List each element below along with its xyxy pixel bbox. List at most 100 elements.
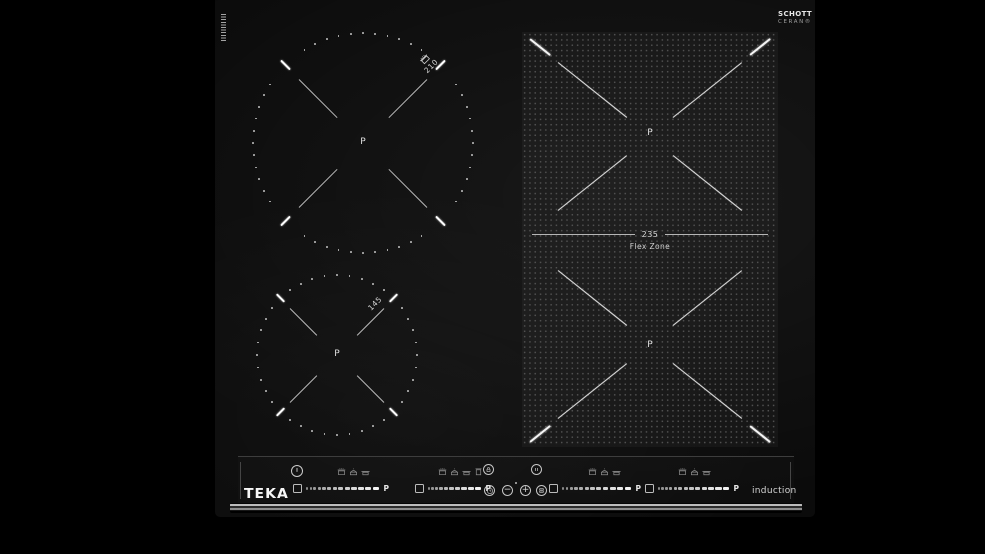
power-level-mark[interactable]: [306, 487, 308, 489]
zone-perimeter-dot: [300, 283, 302, 285]
minus-button[interactable]: −: [502, 485, 513, 496]
power-level-mark[interactable]: [444, 487, 448, 489]
teka-logo: TEKA: [244, 486, 289, 501]
power-slider-front-left[interactable]: P: [293, 483, 389, 494]
zone-perimeter-dot: [349, 275, 351, 277]
power-level-mark[interactable]: [351, 487, 356, 489]
power-boost-label[interactable]: P: [384, 484, 390, 493]
lock-button[interactable]: [483, 464, 494, 475]
power-level-mark[interactable]: [625, 487, 632, 489]
power-level-mark[interactable]: [603, 487, 608, 489]
zone-perimeter-dot: [387, 35, 389, 37]
power-level-mark[interactable]: [566, 487, 568, 489]
power-level-mark[interactable]: [358, 487, 364, 489]
power-level-mark[interactable]: [723, 487, 730, 489]
power-slider-front-right[interactable]: P: [645, 483, 739, 494]
zone-indicator-rear-right[interactable]: [549, 484, 558, 493]
power-button[interactable]: [291, 465, 303, 477]
power-level-mark[interactable]: [596, 487, 601, 489]
power-icon: [293, 467, 301, 475]
power-level-mark[interactable]: [322, 487, 326, 489]
flex-width-measure: 235: [532, 228, 768, 240]
power-level-mark[interactable]: [562, 487, 564, 489]
zone-cross-line: [290, 375, 318, 403]
power-level-mark[interactable]: [310, 487, 312, 489]
pause-icon: [533, 466, 540, 473]
power-level-mark[interactable]: [702, 487, 707, 489]
power-level-mark[interactable]: [333, 487, 337, 489]
zone-perimeter-dot: [304, 49, 306, 51]
power-level-mark[interactable]: [455, 487, 460, 489]
zone-perimeter-dot: [260, 379, 262, 381]
power-level-mark[interactable]: [461, 487, 467, 489]
flex-cross-line: [673, 155, 743, 211]
power-level-mark[interactable]: [590, 487, 594, 489]
power-level-mark[interactable]: [617, 487, 623, 489]
zone-indicator-rear-left[interactable]: [415, 484, 424, 493]
power-level-mark[interactable]: [318, 487, 321, 489]
zone-perimeter-dot: [271, 307, 273, 309]
pause-button[interactable]: [531, 464, 542, 475]
zone-perimeter-dot: [258, 106, 260, 108]
zone-perimeter-dot: [407, 318, 409, 320]
zone-perimeter-dot: [350, 251, 352, 253]
zone-perimeter-dot: [362, 32, 364, 34]
zone-indicator-front-left[interactable]: [293, 484, 302, 493]
zone-perimeter-dot: [338, 249, 340, 251]
power-level-mark[interactable]: [365, 487, 371, 489]
power-level-mark[interactable]: [439, 487, 443, 489]
power-level-mark[interactable]: [345, 487, 350, 489]
power-level-mark[interactable]: [435, 487, 438, 489]
power-level-mark[interactable]: [585, 487, 589, 489]
power-level-mark[interactable]: [475, 487, 482, 489]
power-level-mark[interactable]: [695, 487, 700, 489]
zone-perimeter-dot: [269, 84, 271, 86]
power-level-marks[interactable]: [658, 487, 730, 491]
power-level-mark[interactable]: [665, 487, 668, 489]
power-boost-label[interactable]: P: [734, 484, 740, 493]
flex-rear-power-label: P: [640, 128, 660, 138]
zone-perimeter-dot: [338, 35, 340, 37]
power-level-mark[interactable]: [338, 487, 343, 489]
power-level-mark[interactable]: [327, 487, 331, 489]
zone-perimeter-dot: [415, 367, 417, 369]
power-level-mark[interactable]: [428, 487, 430, 489]
power-level-mark[interactable]: [658, 487, 660, 489]
zone-perimeter-dot: [466, 106, 468, 108]
plus-button[interactable]: +: [520, 485, 531, 496]
induction-label: induction: [752, 486, 797, 496]
power-level-mark[interactable]: [570, 487, 573, 489]
power-level-mark[interactable]: [689, 487, 694, 489]
cooking-zone-front-left: P 145: [252, 270, 422, 440]
power-level-mark[interactable]: [661, 487, 663, 489]
flex-bridge-button[interactable]: [536, 485, 547, 496]
power-level-mark[interactable]: [684, 487, 688, 489]
power-level-mark[interactable]: [449, 487, 454, 489]
power-level-mark[interactable]: [678, 487, 682, 489]
power-level-mark[interactable]: [313, 487, 316, 489]
zone-cross-line: [356, 375, 384, 403]
power-level-mark[interactable]: [373, 487, 380, 489]
flex-cross-line: [558, 363, 628, 419]
power-level-mark[interactable]: [574, 487, 577, 489]
power-boost-label[interactable]: P: [636, 484, 642, 493]
zone-indicator-front-right[interactable]: [645, 484, 654, 493]
power-level-mark[interactable]: [669, 487, 672, 489]
power-level-mark[interactable]: [708, 487, 714, 489]
power-slider-rear-right[interactable]: P: [549, 483, 641, 494]
flex-cross-line: [558, 270, 628, 326]
power-level-marks[interactable]: [562, 487, 632, 491]
power-level-mark[interactable]: [715, 487, 721, 489]
lock-icon: [485, 466, 492, 473]
power-boost-label[interactable]: P: [486, 484, 492, 493]
power-level-mark[interactable]: [674, 487, 678, 489]
power-slider-rear-left[interactable]: P: [415, 483, 491, 494]
power-level-marks[interactable]: [428, 487, 482, 491]
power-level-mark[interactable]: [610, 487, 616, 489]
power-level-mark[interactable]: [468, 487, 474, 489]
zone-perimeter-dot: [265, 390, 267, 392]
power-level-mark[interactable]: [431, 487, 434, 489]
power-level-mark[interactable]: [579, 487, 583, 489]
zone-perimeter-dot: [471, 154, 473, 156]
power-level-marks[interactable]: [306, 487, 380, 491]
